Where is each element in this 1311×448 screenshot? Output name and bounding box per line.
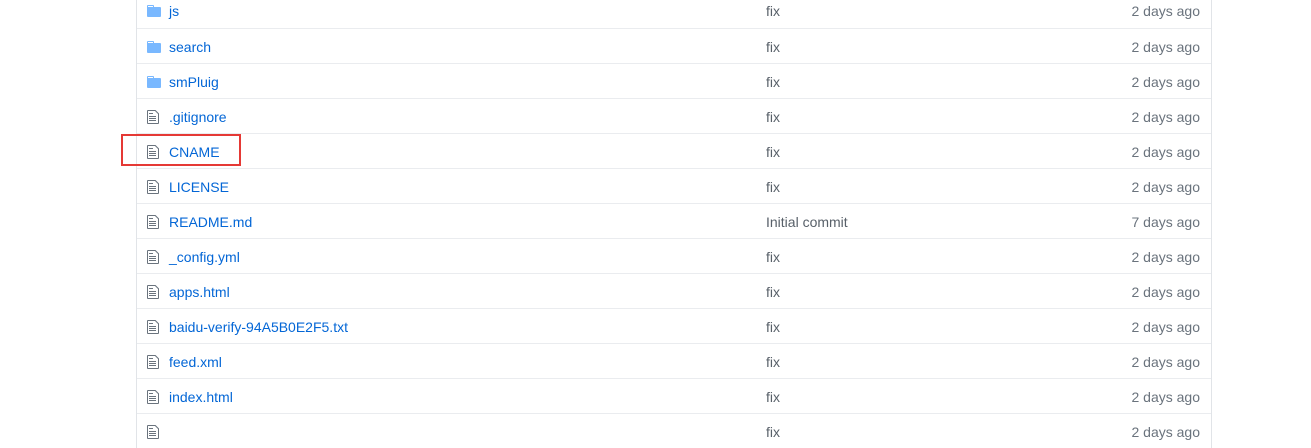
commit-message-link[interactable]: fix (766, 3, 780, 19)
commit-age: 2 days ago (1131, 39, 1201, 55)
file-icon (147, 284, 163, 300)
commit-age: 2 days ago (1131, 354, 1201, 370)
commit-age: 2 days ago (1131, 179, 1201, 195)
file-icon (147, 249, 163, 265)
file-row: .gitignore fix 2 days ago (137, 98, 1211, 133)
file-icon (147, 214, 163, 230)
commit-message-link[interactable]: fix (766, 179, 780, 195)
commit-message-link[interactable]: fix (766, 424, 780, 440)
folder-icon (147, 39, 163, 55)
file-icon (147, 109, 163, 125)
folder-icon (147, 74, 163, 90)
file-icon (147, 389, 163, 405)
file-row: smPluig fix 2 days ago (137, 63, 1211, 98)
file-link[interactable]: apps.html (169, 284, 230, 300)
file-icon (147, 424, 163, 440)
file-row: feed.xml fix 2 days ago (137, 343, 1211, 378)
file-link[interactable]: CNAME (169, 144, 220, 160)
file-list-table: js fix 2 days ago search fix 2 days ago smPlui… (136, 0, 1212, 448)
folder-icon (147, 3, 163, 19)
file-link[interactable]: .gitignore (169, 109, 227, 125)
commit-message-link[interactable]: fix (766, 74, 780, 90)
commit-message-link[interactable]: fix (766, 284, 780, 300)
commit-message-link[interactable]: fix (766, 39, 780, 55)
file-row: apps.html fix 2 days ago (137, 273, 1211, 308)
commit-age: 7 days ago (1131, 214, 1201, 230)
commit-age: 2 days ago (1131, 249, 1201, 265)
file-link[interactable]: feed.xml (169, 354, 222, 370)
commit-message-link[interactable]: fix (766, 389, 780, 405)
file-row: search fix 2 days ago (137, 28, 1211, 63)
file-row: _config.yml fix 2 days ago (137, 238, 1211, 273)
commit-age: 2 days ago (1131, 319, 1201, 335)
file-row: LICENSE fix 2 days ago (137, 168, 1211, 203)
commit-age: 2 days ago (1131, 424, 1201, 440)
commit-message-link[interactable]: Initial commit (766, 214, 848, 230)
commit-message-link[interactable]: fix (766, 109, 780, 125)
file-row: README.md Initial commit 7 days ago (137, 203, 1211, 238)
file-row: fix 2 days ago (137, 413, 1211, 448)
file-link[interactable]: baidu-verify-94A5B0E2F5.txt (169, 319, 348, 335)
commit-message-link[interactable]: fix (766, 354, 780, 370)
commit-age: 2 days ago (1131, 389, 1201, 405)
file-icon (147, 179, 163, 195)
file-icon (147, 354, 163, 370)
file-row: baidu-verify-94A5B0E2F5.txt fix 2 days ago (137, 308, 1211, 343)
commit-message-link[interactable]: fix (766, 249, 780, 265)
commit-age: 2 days ago (1131, 3, 1201, 19)
file-row: CNAME fix 2 days ago (137, 133, 1211, 168)
file-link[interactable]: README.md (169, 214, 252, 230)
commit-age: 2 days ago (1131, 74, 1201, 90)
folder-link[interactable]: smPluig (169, 74, 219, 90)
file-link[interactable]: index.html (169, 389, 233, 405)
commit-message-link[interactable]: fix (766, 144, 780, 160)
file-icon (147, 144, 163, 160)
folder-link[interactable]: js (169, 3, 179, 19)
commit-age: 2 days ago (1131, 144, 1201, 160)
commit-age: 2 days ago (1131, 109, 1201, 125)
file-link[interactable]: LICENSE (169, 179, 229, 195)
commit-message-link[interactable]: fix (766, 319, 780, 335)
folder-link[interactable]: search (169, 39, 211, 55)
file-row: js fix 2 days ago (137, 0, 1211, 28)
file-link[interactable]: _config.yml (169, 249, 240, 265)
commit-age: 2 days ago (1131, 284, 1201, 300)
file-row: index.html fix 2 days ago (137, 378, 1211, 413)
file-icon (147, 319, 163, 335)
